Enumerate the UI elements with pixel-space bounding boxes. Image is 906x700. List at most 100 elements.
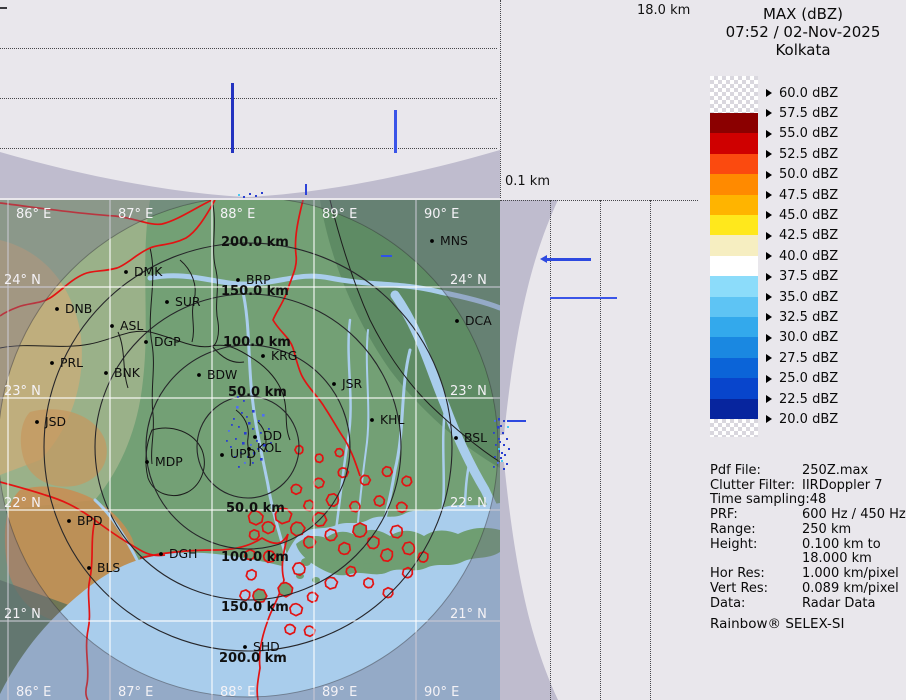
metadata-value: 0.089 km/pixel [802, 581, 899, 596]
station-dot [455, 319, 459, 323]
legend-swatch [710, 154, 758, 175]
station-label: UPD [230, 446, 256, 461]
legend-tick-arrow [766, 232, 772, 240]
station-label: BDW [207, 367, 237, 382]
legend-tick-arrow [766, 313, 772, 321]
legend-entry-label: 45.0 dBZ [779, 207, 838, 224]
map-panel: 86° E86° E87° E87° E88° E88° E89° E89° E… [0, 200, 500, 700]
station-label: DMK [134, 264, 163, 279]
legend-swatch [710, 133, 758, 154]
metadata-row: Vert Res:0.089 km/pixel [710, 581, 904, 596]
radar-echo-speck [500, 457, 502, 459]
legend-tick-arrow [766, 293, 772, 301]
station-dot [165, 300, 169, 304]
legend-swatch [710, 317, 758, 338]
radar-echo-bar [547, 258, 591, 261]
radar-echo-speck [238, 194, 240, 196]
height-axis-max-label: 18.0 km [637, 3, 690, 18]
metadata-row: Range:250 km [710, 522, 904, 537]
metadata-label: Pdf File: [710, 463, 802, 478]
radar-echo-speck [249, 193, 251, 195]
station-dot [144, 340, 148, 344]
radar-echo-bar [507, 420, 526, 422]
station-dot [50, 361, 54, 365]
metadata-value: Radar Data [802, 596, 875, 611]
range-ring-label: 200.0 km [221, 235, 289, 250]
panel-divider [500, 0, 501, 198]
range-ring-label: 50.0 km [228, 385, 287, 400]
station-label: PRL [60, 355, 83, 370]
radar-echo-speck [261, 192, 263, 194]
radar-echo-bar [231, 83, 234, 153]
parallel-label-left: 24° N [4, 273, 41, 288]
radar-echo-speck [507, 426, 509, 428]
station-dot [67, 519, 71, 523]
metadata-row: PRF:600 Hz / 450 Hz [710, 507, 904, 522]
station-label: ASL [120, 318, 143, 333]
metadata-value: 250 km [802, 522, 851, 537]
legend-entry-label: 60.0 dBZ [779, 85, 838, 102]
station-dot [370, 418, 374, 422]
parallel-label-right: 23° N [450, 384, 487, 399]
station-dot [430, 239, 434, 243]
legend-tick-arrow [766, 395, 772, 403]
legend-entry-label: 25.0 dBZ [779, 370, 838, 387]
radar-echo-speck [500, 425, 502, 427]
metadata-label: Time sampling: [710, 492, 810, 507]
station-label: BLS [97, 560, 120, 575]
side-panel-gridline [550, 200, 551, 700]
station-label: DNB [65, 301, 92, 316]
range-ring-label: 100.0 km [221, 550, 289, 565]
metadata-value: IIRDoppler 7 [802, 478, 883, 493]
legend-entry-label: 50.0 dBZ [779, 166, 838, 183]
radar-echo-bar [305, 184, 307, 195]
metadata-row: Hor Res:1.000 km/pixel [710, 566, 904, 581]
radar-echo-speck [504, 454, 506, 456]
legend-swatch-transparent [710, 76, 758, 113]
station-dot [104, 371, 108, 375]
parallel-label-left: 22° N [4, 496, 41, 511]
range-ring-label: 50.0 km [226, 501, 285, 516]
legend-tick-arrow [766, 354, 772, 362]
legend-entry-label: 47.5 dBZ [779, 187, 838, 204]
meridian-label-bottom: 87° E [118, 685, 153, 700]
parallel-label-right: 24° N [450, 273, 487, 288]
station-dot [110, 324, 114, 328]
radar-echo-speck [503, 444, 505, 446]
legend-tick-arrow [766, 375, 772, 383]
radar-echo-speck [499, 441, 501, 443]
station-label: MDP [155, 454, 183, 469]
station-dot [454, 436, 458, 440]
station-dot [55, 307, 59, 311]
side-panel-topline [500, 200, 698, 201]
meridian-label-top: 89° E [322, 207, 357, 222]
legend-entry-label: 32.5 dBZ [779, 309, 838, 326]
metadata-row: Time sampling:48 [710, 492, 904, 507]
meridian-label-top: 88° E [220, 207, 255, 222]
legend-entry-label: 52.5 dBZ [779, 146, 838, 163]
metadata-value: 18.000 km [802, 551, 872, 566]
station-dot [145, 460, 149, 464]
metadata-value: 250Z.max [802, 463, 868, 478]
station-label: KHL [380, 412, 404, 427]
legend-swatch [710, 297, 758, 318]
station-dot [197, 373, 201, 377]
metadata-value: 600 Hz / 450 Hz [802, 507, 906, 522]
legend-swatch [710, 256, 758, 277]
top-cross-section [0, 0, 500, 198]
legend-swatch [710, 215, 758, 236]
legend-tick-arrow [766, 415, 772, 423]
station-dot [253, 435, 257, 439]
station-dot [243, 645, 247, 649]
meridian-label-top: 90° E [424, 207, 459, 222]
legend-entry-label: 22.5 dBZ [779, 391, 838, 408]
metadata-row: Height:0.100 km to [710, 537, 904, 552]
legend-entry-label: 57.5 dBZ [779, 105, 838, 122]
station-label: SHD [253, 639, 280, 654]
station-dot [35, 420, 39, 424]
meridian-label-bottom: 86° E [16, 685, 51, 700]
radar-product-view: 18.0 km 0.1 km [0, 0, 906, 700]
station-label: BNK [114, 365, 141, 380]
side-panel-gridline [650, 200, 651, 700]
radar-echo-arrowhead [540, 255, 547, 263]
